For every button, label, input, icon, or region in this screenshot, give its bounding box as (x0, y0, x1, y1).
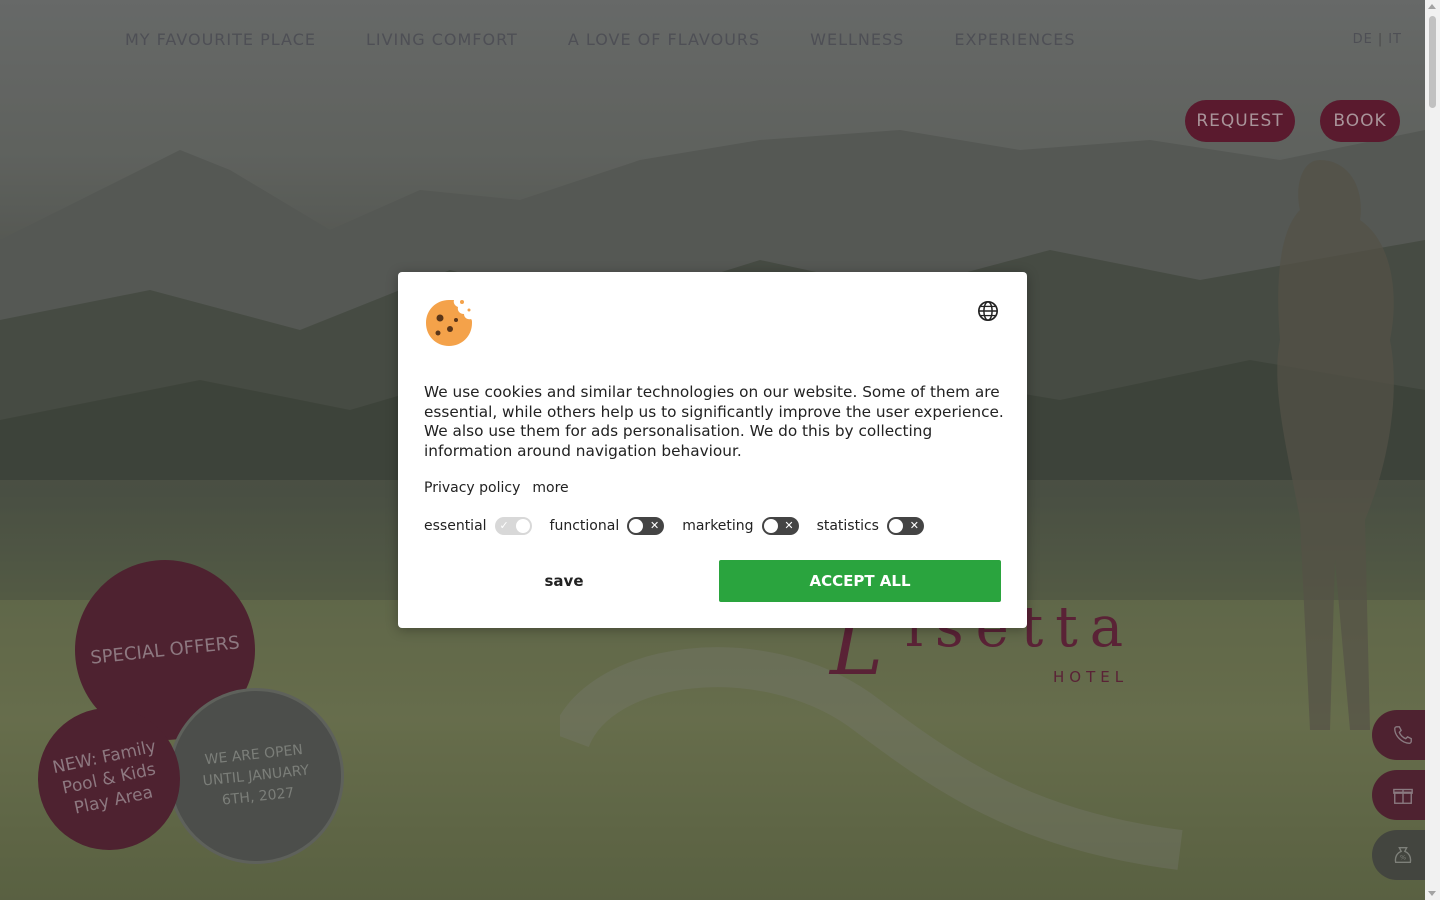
toggle-marketing[interactable]: ✕ (761, 517, 799, 535)
nav-item-a-love-of-flavours[interactable]: A LOVE OF FLAVOURS (568, 30, 760, 49)
nav-item-my-favourite-place[interactable]: MY FAVOURITE PLACE (125, 30, 316, 49)
cookie-category-toggles: essential ✓ functional ✕ marketing ✕ sta… (424, 517, 942, 535)
check-icon: ✓ (499, 519, 509, 532)
gift-voucher-button[interactable] (1372, 770, 1432, 820)
cross-icon: ✕ (650, 519, 660, 532)
offers-button[interactable]: % (1372, 830, 1432, 880)
discount-bag-icon: % (1394, 846, 1412, 864)
logo-subtitle: HOTEL (1053, 668, 1129, 686)
scroll-down-arrow-icon[interactable] (1428, 891, 1436, 896)
toggle-label-marketing: marketing (682, 518, 754, 534)
page-scrollbar[interactable] (1425, 0, 1440, 900)
toggle-group-functional: functional ✕ (550, 517, 665, 535)
toggle-label-functional: functional (549, 518, 620, 534)
cookie-description: We use cookies and similar technologies … (424, 383, 1004, 461)
save-button[interactable]: save (424, 560, 704, 602)
cookie-consent-dialog: We use cookies and similar technologies … (398, 272, 1027, 628)
toggle-group-essential: essential ✓ (424, 517, 532, 535)
svg-text:%: % (1400, 854, 1406, 862)
more-link[interactable]: more (532, 480, 568, 496)
cookie-links: Privacy policy more (424, 480, 569, 496)
toggle-essential: ✓ (494, 517, 532, 535)
cross-icon: ✕ (909, 519, 919, 532)
gift-icon (1393, 788, 1413, 804)
cross-icon: ✕ (784, 519, 794, 532)
toggle-group-statistics: statistics ✕ (817, 517, 924, 535)
scroll-up-arrow-icon[interactable] (1428, 4, 1436, 9)
toggle-label-statistics: statistics (816, 518, 879, 534)
toggle-group-marketing: marketing ✕ (682, 517, 799, 535)
language-it[interactable]: IT (1388, 32, 1402, 47)
toggle-functional[interactable]: ✕ (627, 517, 665, 535)
globe-icon[interactable] (977, 300, 999, 322)
main-navigation: MY FAVOURITE PLACE LIVING COMFORT A LOVE… (125, 30, 1076, 49)
phone-button[interactable] (1372, 710, 1432, 760)
nav-item-wellness[interactable]: WELLNESS (810, 30, 904, 49)
nav-item-living-comfort[interactable]: LIVING COMFORT (366, 30, 518, 49)
phone-icon (1394, 726, 1412, 744)
toggle-statistics[interactable]: ✕ (886, 517, 924, 535)
accept-all-button[interactable]: ACCEPT ALL (719, 560, 1001, 602)
language-de[interactable]: DE (1353, 32, 1373, 47)
book-button[interactable]: BOOK (1320, 100, 1400, 142)
language-switcher: DE | IT (1353, 32, 1402, 47)
toggle-label-essential: essential (424, 518, 487, 534)
cookie-icon (426, 300, 472, 346)
nav-item-experiences[interactable]: EXPERIENCES (954, 30, 1075, 49)
request-button[interactable]: REQUEST (1185, 100, 1295, 142)
privacy-policy-link[interactable]: Privacy policy (424, 480, 520, 496)
scroll-thumb[interactable] (1429, 16, 1436, 108)
language-separator: | (1377, 32, 1384, 47)
